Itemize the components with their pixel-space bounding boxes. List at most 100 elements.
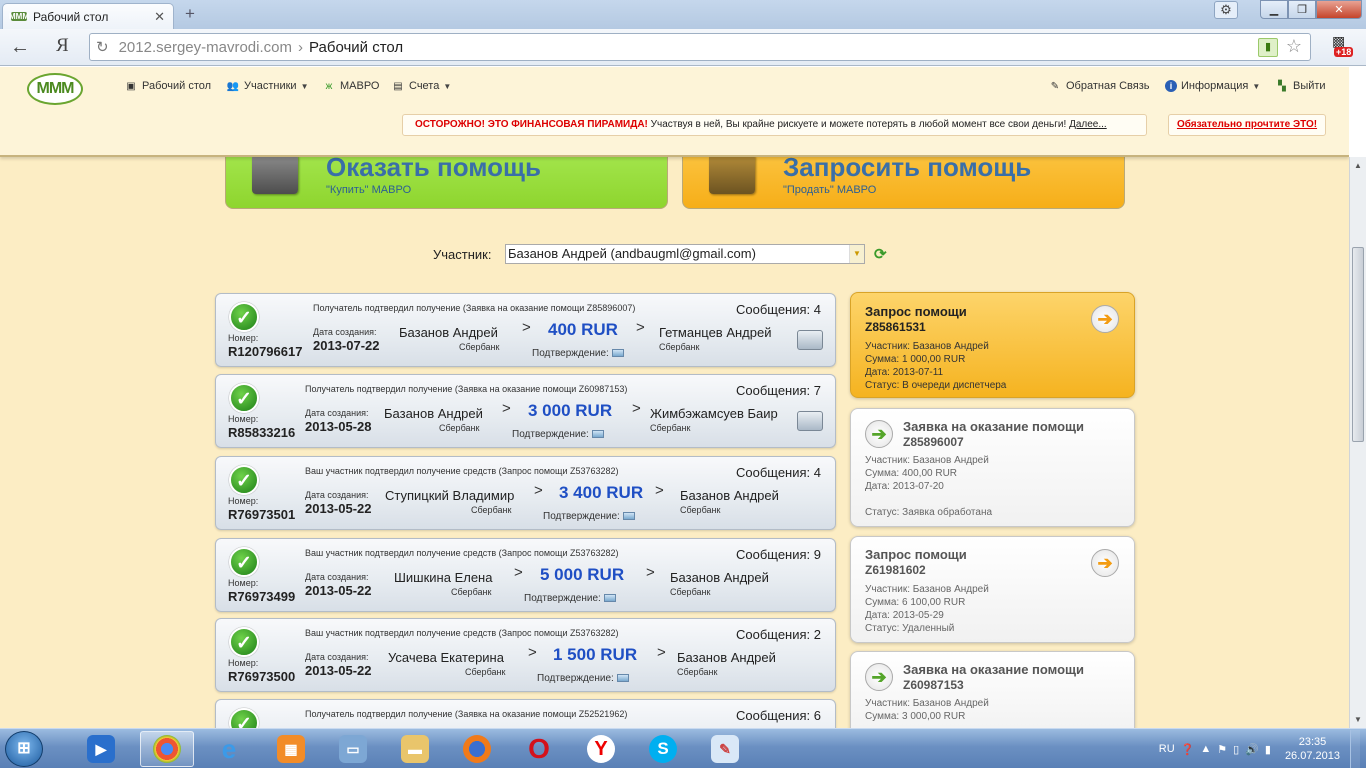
messages-count[interactable]: Сообщения: 6 xyxy=(736,708,821,723)
request-title: Заявка на оказание помощи xyxy=(903,662,1085,677)
bookmark-star-icon[interactable]: ☆ xyxy=(1286,36,1302,57)
extension-button[interactable]: ▩ +18 xyxy=(1332,33,1356,61)
close-window-button[interactable]: ✕ xyxy=(1316,0,1362,19)
clock[interactable]: 23:35 26.07.2013 xyxy=(1285,735,1340,763)
network-tray-icon[interactable]: ▮ xyxy=(1265,743,1271,756)
printer-icon[interactable] xyxy=(797,330,823,350)
request-sum: Сумма: 3 000,00 RUR xyxy=(865,711,966,722)
messages-label: Сообщения: xyxy=(735,465,811,480)
taskbar-chrome[interactable] xyxy=(140,731,194,767)
language-indicator[interactable]: RU xyxy=(1159,743,1175,755)
settings-gear-icon[interactable]: ⚙ xyxy=(1214,1,1238,19)
taskbar-network[interactable]: ▭ xyxy=(326,731,380,767)
nav-participants[interactable]: 👥 Участники ▼ xyxy=(226,80,309,92)
tab-close-icon[interactable]: ✕ xyxy=(154,9,165,25)
confirmation[interactable]: Подтверждение: xyxy=(524,593,616,604)
messages-count[interactable]: Сообщения: 4 xyxy=(736,302,821,317)
back-arrow-icon[interactable]: ← xyxy=(10,36,30,59)
taskbar-office[interactable]: ▦ xyxy=(264,731,318,767)
confirmation[interactable]: Подтверждение: xyxy=(537,673,629,684)
taskbar-yandex[interactable]: Y xyxy=(574,731,628,767)
sender-bank: Сбербанк xyxy=(439,423,480,433)
nav-feedback[interactable]: ✎ Обратная Связь xyxy=(1048,80,1150,92)
request-card[interactable]: Запрос помощи Z85861531 Участник: Базанов … xyxy=(850,292,1135,398)
messages-count[interactable]: Сообщения: 7 xyxy=(736,383,821,398)
transaction-card[interactable]: ✓ Получатель подтвердил получение (Заявка… xyxy=(215,293,836,367)
secure-lock-icon[interactable]: ▮ xyxy=(1258,38,1278,57)
recipient-bank: Сбербанк xyxy=(650,423,691,433)
minimize-button[interactable]: ▁ xyxy=(1260,0,1288,19)
transaction-amount: 1 500 RUR xyxy=(553,645,638,664)
transaction-card[interactable]: ✓ Ваш участник подтвердил получение средс… xyxy=(215,538,836,612)
tray-arrow-icon[interactable]: ▲ xyxy=(1200,743,1211,755)
request-card[interactable]: Заявка на оказание помощи Z85896007 Участн… xyxy=(850,408,1135,527)
taskbar-skype[interactable]: S xyxy=(636,731,690,767)
mmm-logo[interactable]: МММ xyxy=(27,73,83,105)
messages-value: 4 xyxy=(813,465,821,480)
receipt-image-icon[interactable] xyxy=(611,349,624,358)
request-participant: Участник: Базанов Андрей xyxy=(865,584,989,595)
new-tab-button[interactable]: + xyxy=(180,5,200,23)
start-button[interactable]: ⊞ xyxy=(5,731,43,767)
messages-count[interactable]: Сообщения: 9 xyxy=(736,547,821,562)
nav-info[interactable]: i Информация ▼ xyxy=(1165,80,1260,92)
page-scrollbar[interactable]: ▲ ▼ xyxy=(1349,157,1366,728)
orange-arrow-icon[interactable]: ➔ xyxy=(1091,549,1119,577)
green-arrow-icon[interactable]: ➔ xyxy=(865,663,893,691)
request-card[interactable]: Запрос помощи Z61981602 Участник: Базанов … xyxy=(850,536,1135,643)
taskbar-ie[interactable]: e xyxy=(202,731,256,767)
warning-more-link[interactable]: Далее... xyxy=(1069,119,1107,130)
receipt-image-icon[interactable] xyxy=(622,512,635,521)
request-sum: Сумма: 1 000,00 RUR xyxy=(865,354,966,365)
refresh-icon[interactable]: ⟳ xyxy=(874,245,887,263)
address-bar[interactable]: ↻ 2012.sergey-mavrodi.com › Рабочий стол… xyxy=(89,33,1311,61)
show-desktop-button[interactable] xyxy=(1350,730,1360,768)
transaction-card[interactable]: ✓ Получатель подтвердил получение (Заявка… xyxy=(215,374,836,448)
orange-arrow-icon[interactable]: ➔ xyxy=(1091,305,1119,333)
messages-count[interactable]: Сообщения: 4 xyxy=(736,465,821,480)
receipt-image-icon[interactable] xyxy=(616,674,629,683)
green-arrow-icon[interactable]: ➔ xyxy=(865,420,893,448)
maximize-button[interactable]: ❐ xyxy=(1288,0,1316,19)
pyramid-warning-banner: ОСТОРОЖНО! ЭТО ФИНАНСОВАЯ ПИРАМИДА! Учас… xyxy=(402,114,1147,136)
browser-tab[interactable]: МММ Рабочий стол ✕ xyxy=(2,3,174,29)
chevron-down-icon[interactable]: ▼ xyxy=(849,245,864,263)
transaction-number: R85833216 xyxy=(228,425,296,440)
receipt-image-icon[interactable] xyxy=(591,430,604,439)
site-favicon-icon: МММ xyxy=(9,11,29,21)
request-card[interactable]: Заявка на оказание помощи Z60987153 Участн… xyxy=(850,651,1135,728)
must-read-link[interactable]: Обязательно прочтите ЭТО! xyxy=(1168,114,1326,136)
scroll-up-arrow-icon[interactable]: ▲ xyxy=(1350,157,1366,174)
confirmation-label: Подтверждение: xyxy=(543,511,620,522)
transaction-card[interactable]: ✓ Ваш участник подтвердил получение средс… xyxy=(215,456,836,530)
yandex-logo-icon[interactable]: Я xyxy=(56,35,69,57)
transaction-card[interactable]: ✓ Ваш участник подтвердил получение средс… xyxy=(215,618,836,692)
printer-icon[interactable] xyxy=(797,411,823,431)
nav-desktop[interactable]: ▣ Рабочий стол xyxy=(124,80,211,92)
taskbar-opera[interactable]: O xyxy=(512,731,566,767)
taskbar-firefox[interactable] xyxy=(450,731,504,767)
messages-count[interactable]: Сообщения: 2 xyxy=(736,627,821,642)
nav-accounts[interactable]: ▤ Счета ▼ xyxy=(391,80,451,92)
flag-icon[interactable]: ⚑ xyxy=(1217,743,1227,756)
taskbar-media-player[interactable]: ▶ xyxy=(74,731,128,767)
arrow-gt-icon: > xyxy=(502,400,511,417)
reload-icon[interactable]: ↻ xyxy=(96,38,109,56)
scroll-thumb[interactable] xyxy=(1352,247,1364,442)
scroll-down-arrow-icon[interactable]: ▼ xyxy=(1350,711,1366,728)
taskbar-paint[interactable]: ✎ xyxy=(698,731,752,767)
transaction-card[interactable]: ✓ Получатель подтвердил получение (Заявка… xyxy=(215,699,836,728)
receipt-image-icon[interactable] xyxy=(603,594,616,603)
confirmation[interactable]: Подтверждение: xyxy=(543,511,635,522)
participant-select[interactable]: Базанов Андрей (andbaugml@gmail.com) ▼ xyxy=(505,244,865,264)
device-icon[interactable]: ▯ xyxy=(1233,743,1239,756)
taskbar-explorer[interactable]: ▬ xyxy=(388,731,442,767)
confirmation[interactable]: Подтверждение: xyxy=(512,429,604,440)
nav-mavro[interactable]: ж МАВРО xyxy=(322,80,380,92)
nav-exit-label: Выйти xyxy=(1293,80,1326,92)
help-icon[interactable]: ❓ xyxy=(1181,743,1195,756)
volume-icon[interactable]: 🔊 xyxy=(1245,743,1259,756)
confirmation[interactable]: Подтверждение: xyxy=(532,348,624,359)
desktop-icon: ▣ xyxy=(126,80,136,92)
nav-exit[interactable]: ▚ Выйти xyxy=(1275,80,1326,92)
